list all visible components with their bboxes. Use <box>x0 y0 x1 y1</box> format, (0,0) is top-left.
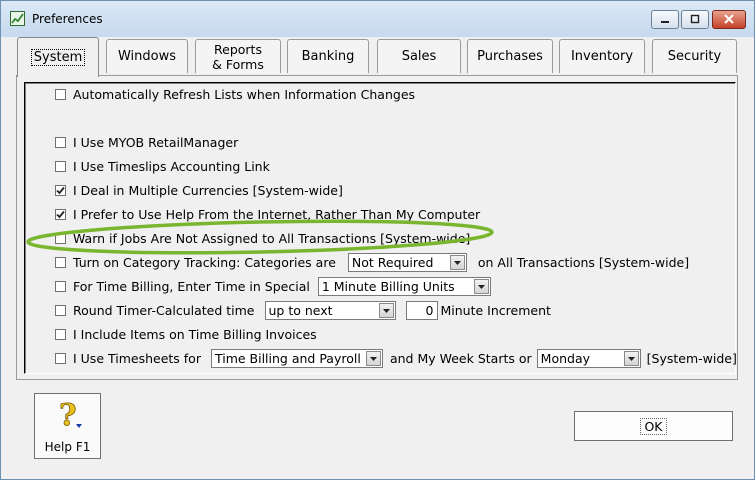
timesheets-checkbox[interactable] <box>55 352 66 364</box>
help-internet-checkbox[interactable] <box>55 208 66 220</box>
svg-text:?: ? <box>59 398 77 432</box>
category-select[interactable]: Not Required <box>347 252 467 272</box>
minimize-button[interactable] <box>651 10 679 29</box>
multi-currency-checkbox[interactable] <box>55 184 66 196</box>
timeslips-checkbox[interactable] <box>55 160 66 172</box>
tab-security[interactable]: Security <box>652 39 737 73</box>
option-timeslips[interactable]: I Use Timeslips Accounting Link <box>55 156 270 176</box>
billing-units-select[interactable]: 1 Minute Billing Units <box>317 276 491 296</box>
week-start-select[interactable]: Monday <box>536 348 641 368</box>
tab-sales[interactable]: Sales <box>377 39 461 73</box>
include-items-checkbox[interactable] <box>55 328 66 340</box>
minimize-icon <box>661 21 669 23</box>
chevron-down-icon[interactable] <box>473 278 489 294</box>
tab-system[interactable]: System <box>17 37 99 77</box>
increment-input[interactable]: 0 <box>405 300 438 320</box>
help-question-icon: ? <box>59 398 82 432</box>
option-multi-currency[interactable]: I Deal in Multiple Currencies [System-wi… <box>55 180 343 200</box>
option-include-items[interactable]: I Include Items on Time Billing Invoices <box>55 324 317 344</box>
auto-refresh-checkbox[interactable] <box>55 88 66 100</box>
help-button[interactable]: ? Help F1 <box>34 393 101 459</box>
maximize-icon <box>690 14 700 24</box>
warn-jobs-checkbox[interactable] <box>55 232 66 244</box>
ok-button[interactable]: OK <box>574 411 733 441</box>
close-button[interactable] <box>712 10 746 29</box>
check-icon <box>56 210 65 218</box>
chevron-down-icon[interactable] <box>378 302 394 318</box>
category-tracking-checkbox[interactable] <box>55 256 66 268</box>
time-billing-checkbox[interactable] <box>55 280 66 292</box>
option-round-timer[interactable]: Round Timer-Calculated time up to next 0… <box>55 300 551 320</box>
option-auto-refresh[interactable]: Automatically Refresh Lists when Informa… <box>55 84 415 104</box>
option-time-billing[interactable]: For Time Billing, Enter Time in Special … <box>55 276 491 296</box>
option-timesheets[interactable]: I Use Timesheets for Time Billing and Pa… <box>55 348 737 368</box>
retail-manager-checkbox[interactable] <box>55 136 66 148</box>
option-help-internet[interactable]: I Prefer to Use Help From the Internet, … <box>55 204 480 224</box>
chevron-down-icon[interactable] <box>623 350 639 366</box>
chevron-down-icon[interactable] <box>365 350 381 366</box>
app-chart-icon <box>10 11 25 26</box>
round-timer-checkbox[interactable] <box>55 304 66 316</box>
title-bar[interactable]: Preferences <box>1 1 754 37</box>
option-category-tracking[interactable]: Turn on Category Tracking: Categories ar… <box>55 252 689 272</box>
tab-reports-forms[interactable]: Reports & Forms <box>195 39 281 73</box>
tab-inventory[interactable]: Inventory <box>559 39 645 73</box>
option-retail-manager[interactable]: I Use MYOB RetailManager <box>55 132 238 152</box>
round-timer-select[interactable]: up to next <box>264 300 396 320</box>
window-title: Preferences <box>32 12 103 26</box>
timesheets-select[interactable]: Time Billing and Payroll <box>210 348 383 368</box>
preferences-window: Preferences System Windows Reports & For… <box>0 0 755 480</box>
option-warn-jobs[interactable]: Warn if Jobs Are Not Assigned to All Tra… <box>55 228 470 248</box>
close-icon <box>724 14 734 24</box>
maximize-button[interactable] <box>681 10 709 29</box>
tab-banking[interactable]: Banking <box>287 39 369 73</box>
chevron-down-icon[interactable] <box>449 254 465 270</box>
tab-purchases[interactable]: Purchases <box>467 39 553 73</box>
tab-windows[interactable]: Windows <box>106 39 188 73</box>
check-icon <box>56 186 65 194</box>
